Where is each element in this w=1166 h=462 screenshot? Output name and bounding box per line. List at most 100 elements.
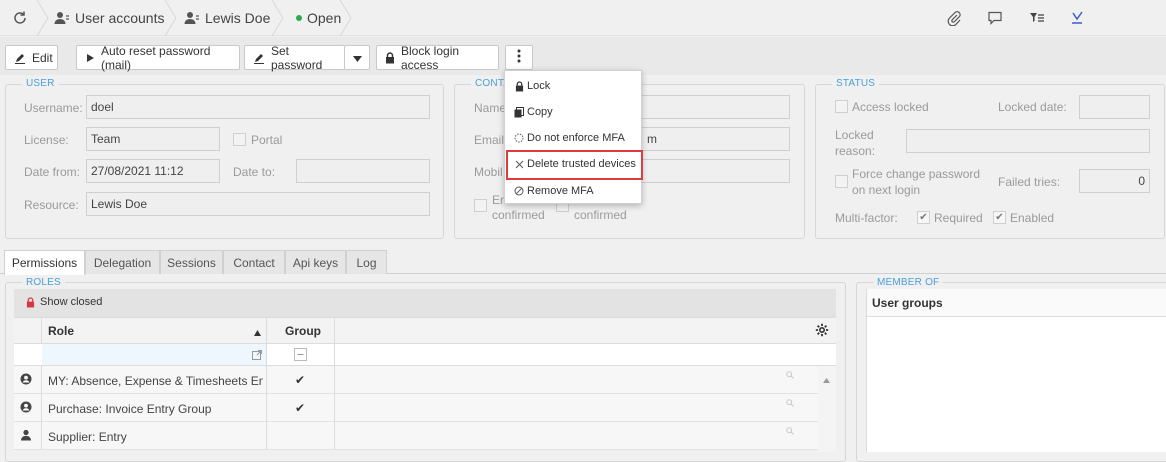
menu-item-lock[interactable]: Lock bbox=[513, 77, 550, 95]
set-password-dropdown-button[interactable] bbox=[344, 45, 370, 70]
resource-field[interactable]: Lewis Doe bbox=[86, 192, 430, 216]
edit-button[interactable]: Edit bbox=[5, 45, 58, 70]
mfa-enabled-checkbox[interactable]: ✔ bbox=[993, 211, 1006, 224]
locked-date-label: Locked date: bbox=[998, 100, 1067, 114]
locked-reason-field[interactable] bbox=[906, 129, 1150, 153]
roles-scrollbar[interactable] bbox=[818, 366, 836, 452]
license-value: Team bbox=[91, 132, 121, 146]
user-groups-header: User groups bbox=[867, 289, 1166, 317]
date-from-label: Date from: bbox=[24, 165, 81, 179]
contact-email-value: m bbox=[647, 132, 657, 146]
breadcrumb-lewis-doe[interactable]: Lewis Doe bbox=[184, 0, 270, 36]
breadcrumb-separator bbox=[339, 0, 353, 36]
failed-tries-value: 0 bbox=[1138, 174, 1145, 188]
locked-reason-label: Locked bbox=[835, 128, 874, 142]
menu-item-do-not-enforce-mfa[interactable]: Do not enforce MFA bbox=[513, 129, 625, 147]
table-row[interactable]: MY: Absence, Expense & Timesheets En... … bbox=[14, 366, 818, 394]
resource-value: Lewis Doe bbox=[91, 197, 148, 211]
caret-down-icon bbox=[352, 51, 362, 65]
lock-icon bbox=[26, 296, 35, 308]
tab-api-keys[interactable]: Api keys bbox=[285, 250, 346, 274]
set-password-button-label: Set password bbox=[271, 43, 323, 72]
date-from-value: 27/08/2021 11:12 bbox=[91, 164, 184, 178]
email-confirmed-checkbox[interactable] bbox=[474, 199, 487, 212]
access-locked-checkbox[interactable] bbox=[835, 100, 848, 113]
tab-sessions[interactable]: Sessions bbox=[160, 250, 223, 274]
table-row[interactable]: Supplier: Entry bbox=[14, 422, 818, 450]
gear-icon[interactable] bbox=[815, 323, 829, 340]
tab-label: Log bbox=[356, 255, 377, 270]
user-circle-icon bbox=[20, 401, 32, 416]
tab-label: Contact bbox=[233, 255, 275, 270]
status-dot-icon bbox=[296, 15, 302, 21]
role-name: Purchase: Invoice Entry Group bbox=[48, 402, 212, 416]
copy-icon bbox=[513, 106, 525, 118]
role-name: MY: Absence, Expense & Timesheets En... bbox=[48, 374, 263, 388]
auto-reset-password-button[interactable]: Auto reset password (mail) bbox=[76, 44, 240, 72]
user-circle-icon bbox=[20, 373, 32, 388]
check-icon: ✔ bbox=[995, 212, 1004, 223]
breadcrumb-user-accounts[interactable]: User accounts bbox=[54, 0, 164, 36]
lock-icon bbox=[385, 51, 395, 64]
no-entry-icon bbox=[513, 186, 525, 196]
menu-item-remove-mfa[interactable]: Remove MFA bbox=[513, 182, 594, 200]
user-section-legend: USER bbox=[22, 78, 59, 89]
date-from-field[interactable]: 27/08/2021 11:12 bbox=[86, 159, 220, 183]
breadcrumb-separator bbox=[36, 0, 50, 36]
column-header-group[interactable]: Group bbox=[285, 324, 321, 338]
locked-date-field[interactable] bbox=[1079, 95, 1150, 119]
username-field[interactable]: doel bbox=[86, 95, 430, 119]
filter-list-icon[interactable] bbox=[1028, 9, 1046, 27]
set-password-button[interactable]: Set password bbox=[244, 43, 345, 72]
block-login-access-button[interactable]: Block login access bbox=[376, 44, 499, 72]
force-change-password-checkbox[interactable] bbox=[835, 175, 848, 188]
portal-checkbox[interactable] bbox=[233, 133, 246, 146]
tab-permissions[interactable]: Permissions bbox=[4, 250, 85, 275]
license-field[interactable]: Team bbox=[86, 127, 220, 151]
status-section-legend: STATUS bbox=[832, 78, 880, 89]
search-icon[interactable] bbox=[786, 424, 794, 438]
tab-bar: Permissions Delegation Sessions Contact … bbox=[0, 250, 1166, 275]
failed-tries-field[interactable]: 0 bbox=[1079, 169, 1150, 193]
menu-item-copy[interactable]: Copy bbox=[513, 103, 553, 121]
comment-icon[interactable] bbox=[986, 9, 1004, 27]
contact-email-label: Email: bbox=[474, 133, 508, 147]
more-actions-button[interactable] bbox=[505, 45, 533, 70]
search-icon[interactable] bbox=[786, 368, 794, 382]
sort-asc-icon[interactable] bbox=[254, 325, 261, 339]
menu-item-label: Do not enforce MFA bbox=[527, 132, 625, 144]
show-closed-toggle[interactable]: Show closed bbox=[26, 296, 102, 308]
external-link-icon[interactable] bbox=[252, 349, 262, 363]
tab-label: Permissions bbox=[11, 256, 78, 270]
tab-contact[interactable]: Contact bbox=[223, 250, 285, 274]
search-icon[interactable] bbox=[786, 396, 794, 410]
breadcrumb-separator bbox=[271, 0, 285, 36]
member-of-legend: MEMBER OF bbox=[873, 277, 944, 288]
resource-label: Resource: bbox=[24, 198, 79, 212]
breadcrumb-status[interactable]: Open bbox=[296, 0, 341, 36]
roles-section-legend: ROLES bbox=[22, 277, 65, 288]
mfa-required-checkbox[interactable]: ✔ bbox=[917, 211, 930, 224]
tab-log[interactable]: Log bbox=[346, 250, 387, 274]
group-filter-checkbox[interactable] bbox=[294, 348, 307, 361]
column-header-role[interactable]: Role bbox=[48, 324, 74, 338]
date-to-field[interactable] bbox=[296, 159, 430, 183]
mobile-confirmed-label: confirmed bbox=[574, 208, 627, 222]
force-change-label: Force change password bbox=[852, 167, 981, 181]
email-confirmed-label-2: confirmed bbox=[492, 208, 545, 222]
roles-column-header: Role Group bbox=[14, 317, 836, 344]
show-closed-label: Show closed bbox=[40, 296, 103, 308]
force-change-label-2: on next login bbox=[852, 183, 921, 197]
sigma-check-icon[interactable] bbox=[1068, 9, 1086, 27]
tab-delegation[interactable]: Delegation bbox=[85, 250, 160, 274]
pencil-icon bbox=[253, 52, 265, 64]
user-groups-header-label[interactable]: User groups bbox=[872, 296, 943, 310]
table-row[interactable]: Purchase: Invoice Entry Group ✔ bbox=[14, 394, 818, 422]
paperclip-icon[interactable] bbox=[945, 9, 963, 27]
role-filter-input[interactable] bbox=[42, 344, 266, 365]
dashed-circle-icon bbox=[513, 133, 525, 143]
username-label: Username: bbox=[24, 101, 83, 115]
refresh-icon[interactable] bbox=[11, 9, 29, 27]
tab-label: Api keys bbox=[292, 255, 339, 270]
scroll-up-icon[interactable] bbox=[823, 372, 830, 386]
